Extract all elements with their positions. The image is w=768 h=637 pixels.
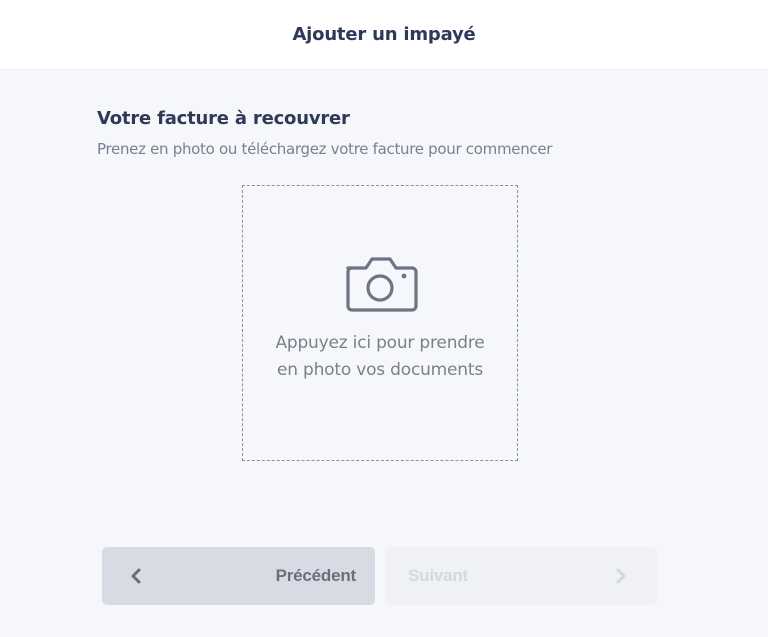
chevron-right-icon — [616, 568, 626, 584]
dropzone-line-1: Appuyez ici pour prendre — [275, 333, 485, 353]
page-header: Ajouter un impayé — [0, 0, 768, 70]
previous-button[interactable]: Précédent — [102, 547, 375, 605]
chevron-left-icon — [131, 568, 141, 584]
photo-upload-dropzone[interactable]: Appuyez ici pour prendre en photo vos do… — [242, 185, 518, 461]
next-button[interactable]: Suivant — [385, 547, 657, 605]
dropzone-line-2: en photo vos documents — [276, 360, 483, 380]
camera-icon — [346, 257, 418, 312]
next-button-label: Suivant — [408, 566, 469, 585]
section-subtitle: Prenez en photo ou téléchargez votre fac… — [97, 140, 553, 158]
previous-button-label: Précédent — [275, 566, 357, 585]
page-title: Ajouter un impayé — [292, 24, 476, 45]
dropzone-instructions: Appuyez ici pour prendre en photo vos do… — [275, 330, 484, 384]
section-title: Votre facture à recouvrer — [97, 108, 350, 129]
